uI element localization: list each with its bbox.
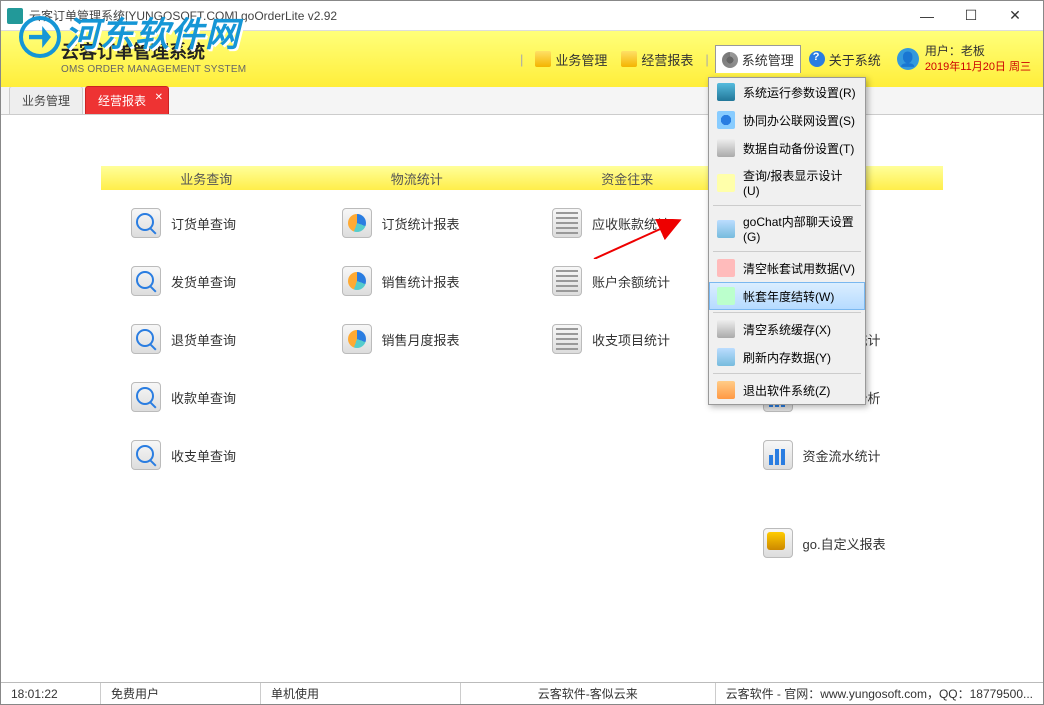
maximize-button[interactable]: ☐ (949, 2, 993, 30)
item-sales-stat-report[interactable]: 销售统计报表 (312, 266, 523, 296)
dd-clear-trial-data[interactable]: 清空帐套试用数据(V) (709, 254, 865, 282)
tab-biz[interactable]: 业务管理 (9, 86, 83, 114)
status-mode: 单机使用 (261, 683, 461, 704)
status-time: 18:01:22 (1, 683, 101, 704)
search-icon (131, 266, 161, 296)
cache-icon (717, 320, 735, 338)
help-icon (809, 51, 825, 67)
clear-icon (717, 259, 735, 277)
settings-icon (717, 83, 735, 101)
dd-refresh-memory[interactable]: 刷新内存数据(Y) (709, 343, 865, 371)
brand-bar: 云客订单管理系统 OMS ORDER MANAGEMENT SYSTEM | 业… (1, 31, 1043, 87)
refresh-icon (717, 348, 735, 366)
item-return-query[interactable]: 退货单查询 (101, 324, 312, 354)
menu-biz[interactable]: 业务管理 (529, 46, 613, 73)
bar-icon (763, 440, 793, 470)
user-date: 2019年11月20日 周三 (925, 60, 1031, 74)
user-label: 用户：老板 (925, 44, 1031, 60)
item-receivable-stat[interactable]: 应收账款统计 (522, 208, 733, 238)
item-receipt-query[interactable]: 收款单查询 (101, 382, 312, 412)
brand-title-cn: 云客订单管理系统 (61, 42, 246, 64)
gear-icon (722, 52, 738, 68)
dd-gochat-settings[interactable]: goChat内部聊天设置(G) (709, 208, 865, 249)
colhdr-1: 业务查询 (101, 169, 312, 188)
folder-icon (535, 51, 551, 67)
report-icon (552, 266, 582, 296)
tab-close-icon[interactable]: ✕ (155, 92, 163, 103)
system-dropdown: 系统运行参数设置(R) 协同办公联网设置(S) 数据自动备份设置(T) 查询/报… (708, 77, 866, 405)
chat-icon (717, 220, 735, 238)
pie-icon (342, 324, 372, 354)
status-bar: 18:01:22 免费用户 单机使用 云客软件-客似云来 云客软件 - 官网：w… (1, 682, 1043, 704)
titlebar: 云客订单管理系统[YUNGOSOFT.COM] goOrderLite v2.9… (1, 1, 1043, 31)
status-user-type: 免费用户 (101, 683, 261, 704)
window-title: 云客订单管理系统[YUNGOSOFT.COM] goOrderLite v2.9… (29, 7, 337, 24)
main-content: 业务查询 物流统计 资金往来 订货单查询 订货统计报表 应收账款统计 板 发货单… (1, 116, 1043, 682)
item-cashflow-stat[interactable]: 资金流水统计 (733, 440, 944, 470)
dropdown-separator (713, 373, 861, 374)
item-sales-month-report[interactable]: 销售月度报表 (312, 324, 523, 354)
design-icon (717, 174, 735, 192)
tab-strip: 业务管理 经营报表✕ (1, 87, 1043, 115)
user-info: 👤 用户：老板 2019年11月20日 周三 (897, 44, 1031, 74)
close-button[interactable]: ✕ (993, 2, 1037, 30)
globe-icon (717, 111, 735, 129)
dropdown-separator (713, 205, 861, 206)
dd-clear-cache[interactable]: 清空系统缓存(X) (709, 315, 865, 343)
carryover-icon (717, 287, 735, 305)
pie-icon (342, 208, 372, 238)
tab-report[interactable]: 经营报表✕ (85, 86, 169, 114)
report-icon (552, 324, 582, 354)
item-order-stat-report[interactable]: 订货统计报表 (312, 208, 523, 238)
exit-icon (717, 381, 735, 399)
dd-exit[interactable]: 退出软件系统(Z) (709, 376, 865, 404)
menu-system[interactable]: 系统管理 (715, 45, 801, 73)
item-balance-stat[interactable]: 账户余额统计 (522, 266, 733, 296)
search-icon (131, 440, 161, 470)
app-icon (7, 8, 23, 24)
dd-report-design[interactable]: 查询/报表显示设计(U) (709, 162, 865, 203)
status-right: 云客软件 - 官网：www.yungosoft.com，QQ：18779500.… (716, 683, 1043, 704)
dd-network-settings[interactable]: 协同办公联网设置(S) (709, 106, 865, 134)
backup-icon (717, 139, 735, 157)
folder-icon (621, 51, 637, 67)
dropdown-separator (713, 312, 861, 313)
item-ship-query[interactable]: 发货单查询 (101, 266, 312, 296)
menu-about[interactable]: 关于系统 (803, 46, 887, 73)
colhdr-2: 物流统计 (312, 169, 523, 188)
search-icon (131, 324, 161, 354)
search-icon (131, 208, 161, 238)
dropdown-separator (713, 251, 861, 252)
pie-icon (342, 266, 372, 296)
item-inout-stat[interactable]: 收支项目统计 (522, 324, 733, 354)
minimize-button[interactable]: — (905, 2, 949, 30)
dd-year-carryover[interactable]: 帐套年度结转(W) (709, 282, 865, 310)
custom-icon (763, 528, 793, 558)
item-order-query[interactable]: 订货单查询 (101, 208, 312, 238)
search-icon (131, 382, 161, 412)
status-center: 云客软件-客似云来 (461, 683, 716, 704)
item-custom-report[interactable]: go.自定义报表 (733, 528, 944, 558)
brand-title-en: OMS ORDER MANAGEMENT SYSTEM (61, 64, 246, 76)
avatar-icon: 👤 (897, 48, 919, 70)
dd-runtime-params[interactable]: 系统运行参数设置(R) (709, 78, 865, 106)
item-inout-query[interactable]: 收支单查询 (101, 440, 312, 470)
menu-report[interactable]: 经营报表 (615, 46, 699, 73)
dd-backup-settings[interactable]: 数据自动备份设置(T) (709, 134, 865, 162)
colhdr-3: 资金往来 (522, 169, 733, 188)
report-icon (552, 208, 582, 238)
